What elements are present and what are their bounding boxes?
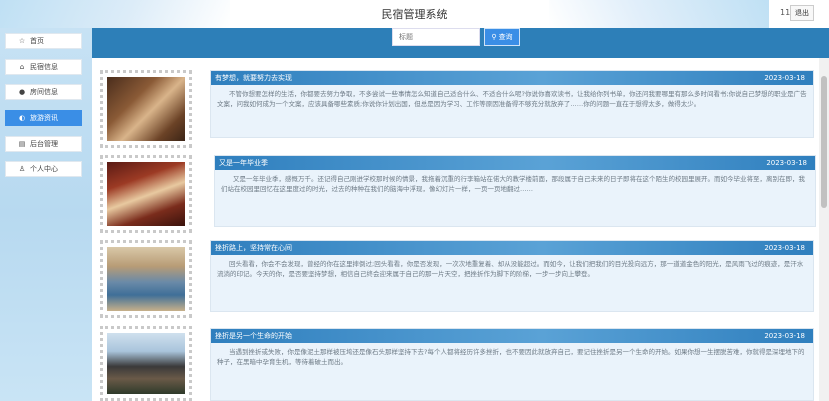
toggle-icon: ◐: [18, 114, 26, 122]
search-icon: ⚲: [491, 33, 497, 41]
info-icon: ●: [18, 88, 26, 96]
list-icon: ▤: [18, 140, 26, 148]
post-header: 又是一年毕业季 2023-03-18: [215, 156, 815, 170]
search-button[interactable]: ⚲ 查询: [484, 28, 520, 46]
header-bar: 民宿管理系统 11 退出: [0, 0, 829, 28]
sidebar-item-homestay-info[interactable]: ⌂ 民宿信息: [5, 59, 82, 75]
post-thumbnail[interactable]: [100, 70, 192, 148]
sidebar-item-label: 首页: [30, 37, 44, 45]
page-title: 民宿管理系统: [381, 8, 448, 21]
search-bar: ⚲ 查询: [0, 28, 829, 58]
post-thumbnail[interactable]: [100, 155, 192, 233]
post-card: 挫折是另一个生命的开始 2023-03-18 当遇到挫折或失败，你是像泥土那样被…: [210, 328, 814, 401]
post-card: 又是一年毕业季 2023-03-18 又是一年毕业季，感慨万千。还记得自己刚进学…: [214, 155, 816, 227]
post-excerpt: 不管你想要怎样的生活，你都要去努力争取，不多尝试一些事情怎么知道自己适合什么、不…: [217, 90, 807, 108]
search-input[interactable]: [392, 28, 480, 46]
user-icon: ♙: [18, 165, 26, 173]
post-date: 2023-03-18: [764, 332, 805, 340]
home-icon: ⌂: [19, 63, 25, 71]
post-title[interactable]: 有梦想，就要努力去实现: [215, 73, 292, 83]
sidebar-item-profile[interactable]: ♙ 个人中心: [5, 161, 82, 177]
post-excerpt: 当遇到挫折或失败，你是像泥土那样被压垮还是像石头那样坚持下去?每个人都将经历许多…: [217, 348, 805, 366]
post-thumbnail[interactable]: [100, 240, 192, 318]
post-header: 挫折路上，坚持常在心间 2023-03-18: [211, 241, 813, 255]
star-icon: ☆: [18, 37, 26, 45]
post-card: 有梦想，就要努力去实现 2023-03-18 不管你想要怎样的生活，你都要去努力…: [210, 70, 814, 138]
post-excerpt: 又是一年毕业季，感慨万千。还记得自己刚进学校那时候的情景，我拖着沉重的行李箱站在…: [221, 175, 805, 193]
logout-button[interactable]: 退出: [790, 5, 814, 21]
sidebar-item-label: 旅游资讯: [30, 114, 58, 122]
scrollbar-thumb[interactable]: [821, 76, 827, 208]
sidebar-item-admin[interactable]: ▤ 后台管理: [5, 136, 82, 152]
search-button-label: 查询: [498, 33, 513, 41]
sidebar-item-label: 民宿信息: [30, 63, 58, 71]
sidebar-item-home[interactable]: ☆ 首页: [5, 33, 82, 49]
post-title[interactable]: 挫折路上，坚持常在心间: [215, 243, 292, 253]
post-date: 2023-03-18: [764, 244, 805, 252]
post-header: 挫折是另一个生命的开始 2023-03-18: [211, 329, 813, 343]
post-title[interactable]: 挫折是另一个生命的开始: [215, 331, 292, 341]
post-thumbnail[interactable]: [100, 326, 192, 401]
user-number: 11: [780, 8, 791, 17]
sidebar-item-travel-news[interactable]: ◐ 旅游资讯: [5, 110, 82, 126]
post-date: 2023-03-18: [766, 159, 807, 167]
post-excerpt: 回头看看，你会不会发现，曾经的你在这里摔倒过;回头看看，你是否发现，一次次地重复…: [217, 260, 804, 278]
post-title[interactable]: 又是一年毕业季: [219, 158, 268, 168]
sidebar-item-label: 个人中心: [30, 165, 58, 173]
sidebar-item-label: 后台管理: [30, 140, 58, 148]
post-header: 有梦想，就要努力去实现 2023-03-18: [211, 71, 813, 85]
sidebar-item-label: 房间信息: [30, 88, 58, 96]
post-date: 2023-03-18: [764, 74, 805, 82]
post-card: 挫折路上，坚持常在心间 2023-03-18 回头看看，你会不会发现，曾经的你在…: [210, 240, 814, 312]
sidebar-item-room-info[interactable]: ● 房间信息: [5, 84, 82, 100]
